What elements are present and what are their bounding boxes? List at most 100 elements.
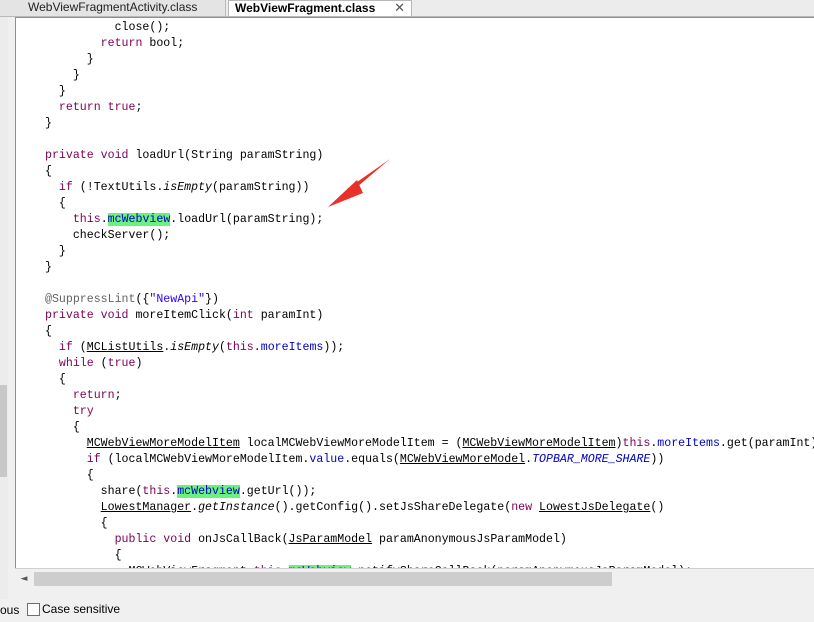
code-line: private void loadUrl(String paramString) bbox=[45, 148, 814, 164]
code-editor[interactable]: close(); return bool; } } } return true;… bbox=[15, 17, 814, 569]
code-token: moreItems bbox=[657, 437, 720, 450]
code-token: "NewApi" bbox=[149, 293, 206, 306]
tab-webviewfragmentactivity[interactable]: WebViewFragmentActivity.class bbox=[22, 0, 226, 16]
code-token: mcWebview bbox=[177, 485, 240, 498]
code-line: @SuppressLint({"NewApi"}) bbox=[45, 292, 814, 308]
code-token: int bbox=[232, 309, 254, 322]
code-token: ) bbox=[135, 357, 143, 370]
code-line: } bbox=[45, 260, 814, 276]
code-token: if bbox=[58, 181, 73, 194]
code-line: try bbox=[45, 404, 814, 420]
code-token: )); bbox=[323, 341, 345, 354]
code-token: ({ bbox=[135, 293, 150, 306]
code-token: .getUrl()); bbox=[239, 485, 317, 498]
code-token: () bbox=[650, 501, 665, 514]
left-panel-scroll-thumb[interactable] bbox=[0, 385, 7, 477]
code-line: } bbox=[45, 68, 814, 84]
code-token: } bbox=[45, 85, 66, 98]
code-token: (!TextUtils. bbox=[72, 181, 164, 194]
case-sensitive-checkbox[interactable] bbox=[27, 603, 40, 616]
code-token: TOPBAR_MORE_SHARE bbox=[532, 453, 651, 466]
code-line: { bbox=[45, 468, 814, 484]
code-token: new bbox=[511, 501, 533, 514]
tab-bar-edge bbox=[0, 0, 22, 16]
tab-label: WebViewFragment.class bbox=[235, 1, 376, 15]
tab-webviewfragment[interactable]: WebViewFragment.class ✕ bbox=[228, 0, 412, 16]
code-line: if (localMCWebViewMoreModelItem.value.eq… bbox=[45, 452, 814, 468]
code-token: (localMCWebViewMoreModelItem. bbox=[100, 453, 310, 466]
code-token: mcWebview bbox=[107, 213, 171, 226]
code-token: isEmpty bbox=[163, 181, 212, 194]
horizontal-scrollbar[interactable]: ◄ bbox=[15, 568, 814, 590]
code-token: ; bbox=[114, 389, 122, 402]
code-token: ().getConfig().setJsShareDelegate( bbox=[274, 501, 512, 514]
code-token: share( bbox=[45, 485, 143, 498]
code-line: { bbox=[45, 324, 814, 340]
editor-tab-bar: WebViewFragmentActivity.class WebViewFra… bbox=[0, 0, 814, 17]
code-line: } bbox=[45, 116, 814, 132]
code-token: { bbox=[45, 325, 52, 338]
code-token: .loadUrl(paramString); bbox=[170, 213, 324, 226]
code-token: (paramString)) bbox=[212, 181, 310, 194]
code-line: { bbox=[45, 548, 814, 564]
code-line: if (MCListUtils.isEmpty(this.moreItems))… bbox=[45, 340, 814, 356]
code-token: . bbox=[100, 213, 108, 226]
code-token: MCWebViewMoreModelItem bbox=[462, 437, 616, 450]
code-token: } bbox=[45, 53, 94, 66]
code-line: return; bbox=[45, 388, 814, 404]
code-token: this bbox=[72, 213, 101, 226]
scroll-left-icon[interactable]: ◄ bbox=[15, 569, 33, 589]
code-token: { bbox=[45, 373, 66, 386]
previous-option-label: ous bbox=[0, 603, 20, 617]
tab-label: WebViewFragmentActivity.class bbox=[28, 0, 198, 14]
close-tab-icon[interactable]: ✕ bbox=[394, 1, 405, 15]
code-line: } bbox=[45, 244, 814, 260]
code-token: MCWebViewMoreModel bbox=[399, 453, 526, 466]
code-token: if bbox=[86, 453, 101, 466]
code-token: .get(paramInt); bbox=[719, 437, 814, 450]
code-line: private void moreItemClick(int paramInt) bbox=[45, 308, 814, 324]
code-token: getInstance bbox=[198, 501, 275, 514]
code-line: close(); bbox=[45, 20, 814, 36]
code-line: return bool; bbox=[45, 36, 814, 52]
code-token: paramInt) bbox=[253, 309, 324, 322]
case-sensitive-label[interactable]: Case sensitive bbox=[42, 602, 120, 616]
code-token: if bbox=[58, 341, 73, 354]
code-token: { bbox=[45, 165, 52, 178]
code-token: { bbox=[45, 469, 94, 482]
code-line: this.mcWebview.loadUrl(paramString); bbox=[45, 212, 814, 228]
code-token: this bbox=[142, 485, 171, 498]
code-token: JsParamModel bbox=[288, 533, 373, 546]
code-line: share(this.mcWebview.getUrl()); bbox=[45, 484, 814, 500]
code-token: return bbox=[72, 389, 115, 402]
code-token: isEmpty bbox=[170, 341, 219, 354]
code-line: { bbox=[45, 516, 814, 532]
code-token: try bbox=[72, 405, 94, 418]
code-token: private bbox=[45, 149, 94, 162]
code-token: LowestManager bbox=[100, 501, 192, 514]
code-token: void bbox=[163, 533, 192, 546]
code-token: while bbox=[58, 357, 94, 370]
code-line: LowestManager.getInstance().getConfig().… bbox=[45, 500, 814, 516]
code-token: close(); bbox=[45, 21, 171, 34]
code-token: return bbox=[58, 101, 101, 114]
code-line: public void onJsCallBack(JsParamModel pa… bbox=[45, 532, 814, 548]
code-token: { bbox=[45, 549, 122, 562]
code-line: } bbox=[45, 52, 814, 68]
code-token: moreItemClick( bbox=[128, 309, 233, 322]
horizontal-scroll-thumb[interactable] bbox=[34, 572, 612, 586]
code-token: void bbox=[100, 149, 129, 162]
code-token: ( bbox=[218, 341, 226, 354]
code-line: return true; bbox=[45, 100, 814, 116]
